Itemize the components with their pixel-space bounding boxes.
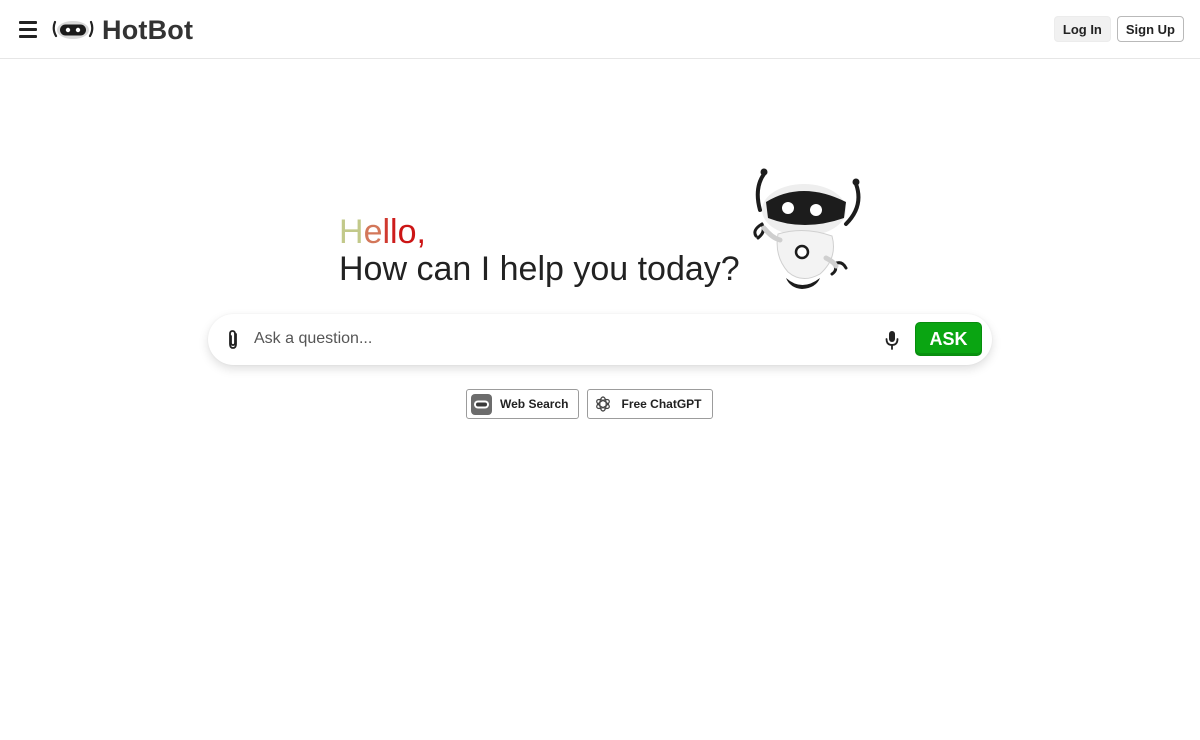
hello-letter: l [390,213,398,251]
hello-letter: H [339,213,364,251]
ask-button[interactable]: ASK [915,322,982,356]
hello-letter: e [363,213,383,251]
robot-mascot-icon [753,168,861,289]
hotbot-robot-icon [471,393,492,415]
web-search-chip[interactable]: Web Search [466,389,580,419]
auth-buttons: Log In Sign Up [1053,16,1184,42]
mode-chips: Web Search Free ChatGPT [466,389,713,419]
paperclip-icon[interactable] [223,328,243,352]
login-button[interactable]: Log In [1053,16,1111,42]
search-bar: ASK [208,314,992,365]
chip-label: Web Search [500,397,569,411]
question-input[interactable] [254,326,874,352]
top-header: HotBot Log In Sign Up [0,0,1200,59]
hello-heading: Hello, [339,212,740,252]
hello-letter: l [382,213,391,251]
hello-letter: , [416,213,426,251]
free-chatgpt-chip[interactable]: Free ChatGPT [587,389,713,419]
hotbot-robot-icon [52,20,94,39]
hamburger-menu-icon[interactable] [17,18,39,40]
hotbot-logo[interactable]: HotBot [52,12,193,48]
signup-button[interactable]: Sign Up [1116,16,1184,42]
greeting: Hello, How can I help you today? [339,212,740,289]
microphone-icon[interactable] [882,328,902,352]
hello-letter: o [397,213,417,251]
logo-text: HotBot [102,14,194,45]
chip-label: Free ChatGPT [621,397,702,411]
help-subheading: How can I help you today? [339,250,740,288]
openai-icon [592,394,613,415]
